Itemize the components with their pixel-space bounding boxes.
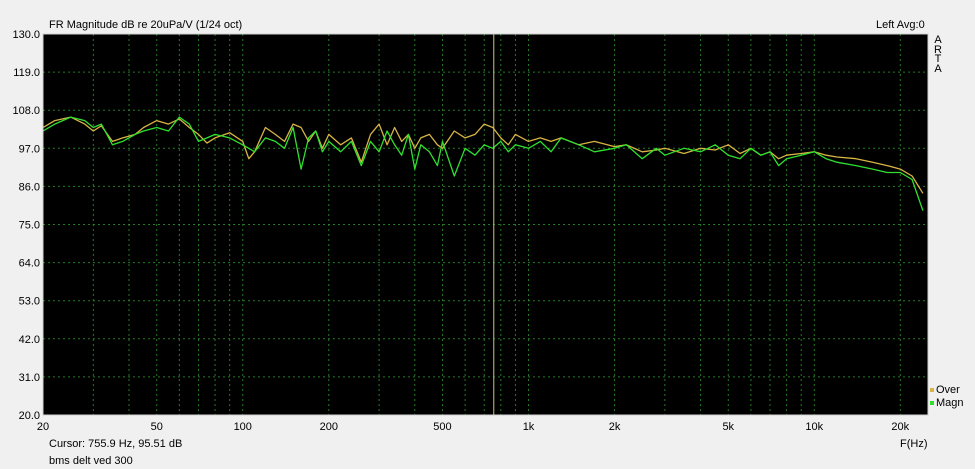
legend-swatch-over	[930, 387, 934, 392]
x-tick-label: 1k	[523, 421, 535, 433]
y-tick-label: 42.0	[19, 334, 40, 346]
x-tick-label: 5k	[722, 421, 734, 433]
x-tick-label: 100	[234, 421, 252, 433]
x-tick-label: 2k	[609, 421, 621, 433]
y-tick-label: 97.0	[19, 143, 40, 155]
measurement-caption: bms delt ved 300	[49, 455, 133, 467]
brand-label: A R T A	[932, 35, 944, 75]
y-tick-label: 75.0	[19, 220, 40, 232]
legend-item-over[interactable]: Over	[930, 383, 964, 396]
chart-svg: 130.0 119.0 108.0 97.0 86.0 75.0 64.0 53.0 42.0 3…	[12, 29, 929, 433]
y-tick-label: 31.0	[19, 372, 40, 384]
x-axis-label: F(Hz)	[900, 438, 928, 450]
x-tick-label: 20	[37, 421, 49, 433]
x-tick-label: 200	[320, 421, 338, 433]
x-tick-label: 50	[151, 421, 163, 433]
legend-item-magn[interactable]: Magn	[930, 396, 964, 409]
x-tick-label: 20k	[891, 421, 909, 433]
cursor-readout: Cursor: 755.9 Hz, 95.51 dB	[49, 438, 183, 450]
legend-label-over: Over	[936, 383, 960, 396]
y-tick-label: 119.0	[13, 67, 40, 79]
chart-title: FR Magnitude dB re 20uPa/V (1/24 oct)	[49, 19, 243, 31]
brand-letter: A	[934, 62, 942, 75]
y-tick-label: 64.0	[19, 258, 40, 270]
y-tick-label: 130.0	[12, 29, 40, 41]
y-tick-label: 108.0	[12, 105, 40, 117]
y-tick-label: 86.0	[19, 181, 40, 193]
channel-info: Left Avg:0	[876, 19, 925, 31]
y-tick-label: 53.0	[19, 296, 40, 308]
x-tick-label: 500	[433, 421, 451, 433]
legend-label-magn: Magn	[936, 396, 964, 409]
plot-background	[43, 34, 928, 415]
x-tick-label: 10k	[805, 421, 823, 433]
chart: 130.0 119.0 108.0 97.0 86.0 75.0 64.0 53.0 42.0 3…	[0, 0, 975, 469]
legend-swatch-magn	[930, 400, 934, 405]
legend: Over Magn	[930, 383, 964, 409]
